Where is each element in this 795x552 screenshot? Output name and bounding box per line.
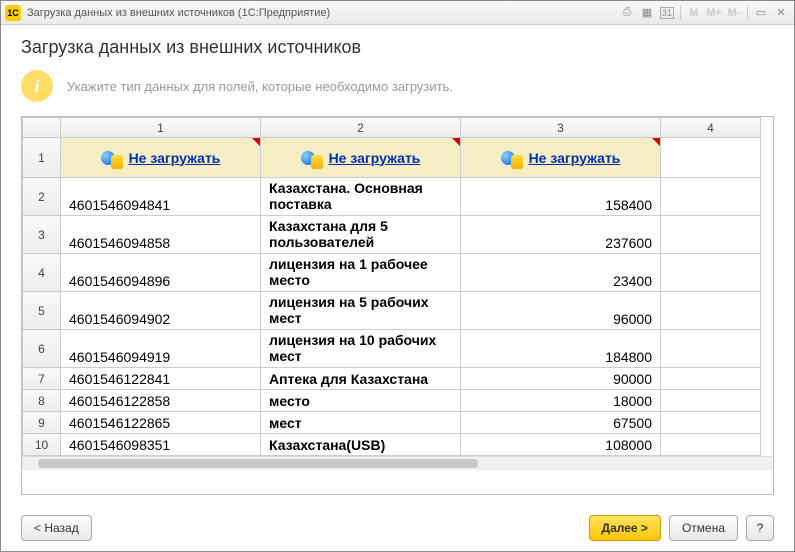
cell[interactable]: лицензия на 5 рабочих мест [261, 292, 461, 330]
table-row[interactable]: 1 Не загружать Не загружать Не загружать [23, 138, 761, 178]
cell[interactable]: 23400 [461, 254, 661, 292]
row-number: 5 [23, 292, 61, 330]
page-title: Загрузка данных из внешних источников [21, 37, 774, 58]
row-number: 6 [23, 330, 61, 368]
app-window: 1C Загрузка данных из внешних источников… [0, 0, 795, 552]
field-type-cell[interactable]: Не загружать [461, 138, 661, 178]
cell[interactable]: 90000 [461, 368, 661, 390]
field-type-link[interactable]: Не загружать [529, 150, 621, 166]
cancel-button[interactable]: Отмена [669, 515, 738, 541]
close-icon[interactable]: ✕ [772, 4, 790, 22]
cell[interactable]: Аптека для Казахстана [261, 368, 461, 390]
cell[interactable] [661, 434, 761, 456]
separator [747, 6, 748, 20]
content-area: Загрузка данных из внешних источников i … [1, 25, 794, 505]
help-button[interactable]: ? [746, 515, 774, 541]
cell[interactable]: 4601546094919 [61, 330, 261, 368]
cell[interactable]: лицензия на 1 рабочее место [261, 254, 461, 292]
col-header-4[interactable]: 4 [661, 118, 761, 138]
col-header-1[interactable]: 1 [61, 118, 261, 138]
cell[interactable] [661, 254, 761, 292]
titlebar-controls: ⎙ ▦ 31 M M+ M- ▭ ✕ [618, 4, 790, 22]
table-row[interactable]: 74601546122841Аптека для Казахстана90000 [23, 368, 761, 390]
table-row[interactable]: 24601546094841Казахстана. Основная поста… [23, 178, 761, 216]
row-number: 7 [23, 368, 61, 390]
cell[interactable]: 4601546094858 [61, 216, 261, 254]
cell[interactable]: Казахстана для 5 пользователей [261, 216, 461, 254]
field-type-cell[interactable]: Не загружать [61, 138, 261, 178]
corner-cell [23, 118, 61, 138]
cell[interactable] [661, 390, 761, 412]
cell[interactable]: Казахстана(USB) [261, 434, 461, 456]
footer: < Назад Далее > Отмена ? [1, 505, 794, 551]
cell[interactable]: 237600 [461, 216, 661, 254]
print-icon[interactable]: ⎙ [618, 4, 636, 22]
field-type-cell[interactable]: Не загружать [261, 138, 461, 178]
titlebar-text: Загрузка данных из внешних источников (1… [27, 7, 618, 19]
table-row[interactable]: 104601546098351Казахстана(USB)108000 [23, 434, 761, 456]
horizontal-scrollbar[interactable] [22, 456, 773, 470]
separator [680, 6, 681, 20]
cell[interactable] [661, 216, 761, 254]
cell[interactable]: 158400 [461, 178, 661, 216]
table-row[interactable]: 84601546122858место18000 [23, 390, 761, 412]
cell[interactable]: 4601546122865 [61, 412, 261, 434]
cell[interactable]: лицензия на 10 рабочих мест [261, 330, 461, 368]
cell[interactable]: 4601546094902 [61, 292, 261, 330]
cell[interactable] [661, 412, 761, 434]
table-row[interactable]: 64601546094919лицензия на 10 рабочих мес… [23, 330, 761, 368]
col-header-3[interactable]: 3 [461, 118, 661, 138]
cell[interactable]: 4601546122841 [61, 368, 261, 390]
row-number: 3 [23, 216, 61, 254]
app-icon: 1C [5, 5, 21, 21]
cell[interactable]: 184800 [461, 330, 661, 368]
hint-text: Укажите тип данных для полей, которые не… [67, 79, 453, 94]
cell[interactable] [661, 138, 761, 178]
cell[interactable]: 18000 [461, 390, 661, 412]
calendar-icon[interactable]: 31 [658, 4, 676, 22]
row-number: 1 [23, 138, 61, 178]
titlebar: 1C Загрузка данных из внешних источников… [1, 1, 794, 25]
field-type-link[interactable]: Не загружать [329, 150, 421, 166]
row-number: 4 [23, 254, 61, 292]
next-button[interactable]: Далее > [589, 515, 661, 541]
cell[interactable] [661, 178, 761, 216]
table-row[interactable]: 54601546094902лицензия на 5 рабочих мест… [23, 292, 761, 330]
cell[interactable]: 4601546094841 [61, 178, 261, 216]
calculator-icon[interactable]: ▦ [638, 4, 656, 22]
row-number: 10 [23, 434, 61, 456]
cell[interactable]: 96000 [461, 292, 661, 330]
cell[interactable]: Казахстана. Основная поставка [261, 178, 461, 216]
memory-m-icon[interactable]: M [685, 4, 703, 22]
back-button[interactable]: < Назад [21, 515, 92, 541]
cell[interactable]: 4601546122858 [61, 390, 261, 412]
cell[interactable]: 4601546094896 [61, 254, 261, 292]
cell[interactable]: 67500 [461, 412, 661, 434]
field-type-link[interactable]: Не загружать [129, 150, 221, 166]
database-icon [301, 147, 323, 169]
cell[interactable] [661, 292, 761, 330]
database-icon [101, 147, 123, 169]
cell[interactable]: место [261, 390, 461, 412]
col-header-2[interactable]: 2 [261, 118, 461, 138]
memory-mplus-icon[interactable]: M+ [705, 4, 723, 22]
table-row[interactable]: 94601546122865мест67500 [23, 412, 761, 434]
row-number: 8 [23, 390, 61, 412]
cell[interactable] [661, 330, 761, 368]
hint-row: i Укажите тип данных для полей, которые … [21, 70, 774, 102]
cell[interactable]: 108000 [461, 434, 661, 456]
column-header-row: 1 2 3 4 [23, 118, 761, 138]
memory-mminus-icon[interactable]: M- [725, 4, 743, 22]
cell[interactable] [661, 368, 761, 390]
minimize-icon[interactable]: ▭ [752, 4, 770, 22]
database-icon [501, 147, 523, 169]
cell[interactable]: мест [261, 412, 461, 434]
table-row[interactable]: 34601546094858Казахстана для 5 пользоват… [23, 216, 761, 254]
cell[interactable]: 4601546098351 [61, 434, 261, 456]
data-grid[interactable]: 1 2 3 4 1 Не загружать Не загружать Не загр… [21, 116, 774, 495]
table-row[interactable]: 44601546094896лицензия на 1 рабочее мест… [23, 254, 761, 292]
row-number: 9 [23, 412, 61, 434]
row-number: 2 [23, 178, 61, 216]
info-icon: i [21, 70, 53, 102]
